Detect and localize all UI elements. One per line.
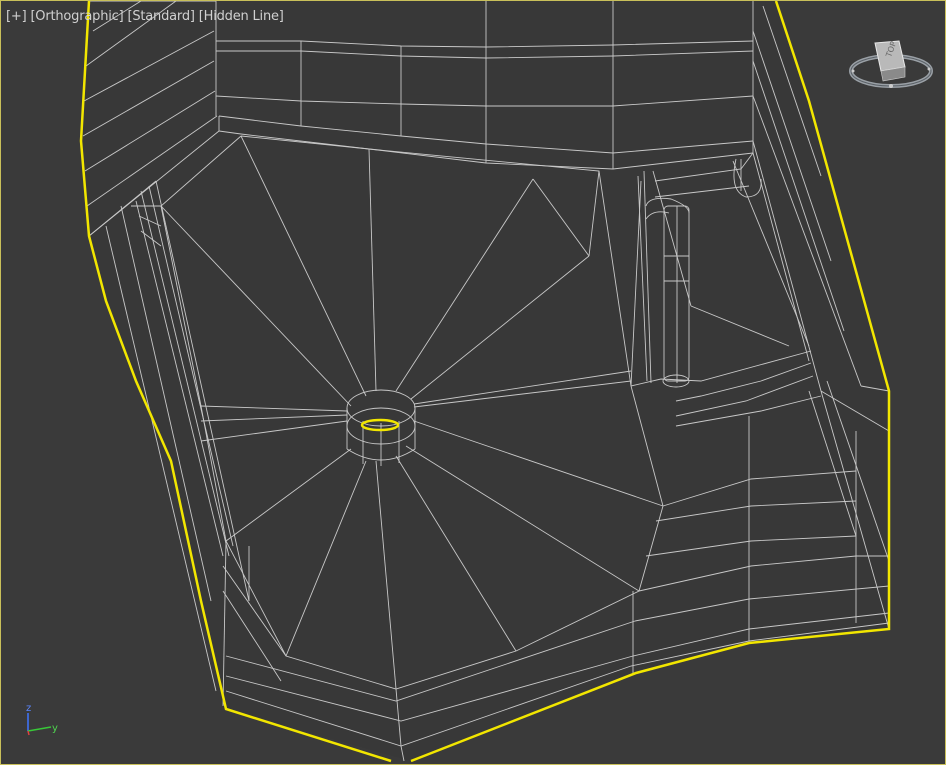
mesh-surface — [81, 1, 889, 761]
viewcube[interactable]: TOP — [849, 37, 933, 95]
wireframe-model[interactable] — [1, 1, 945, 764]
axis-y-line — [27, 726, 52, 732]
axis-z-label: z — [26, 703, 31, 714]
viewport-display-style-menu[interactable]: [Hidden Line] — [199, 9, 284, 24]
viewport-label-menu: [+] [Orthographic] [Standard] [Hidden Line] — [6, 9, 288, 24]
perspective-viewport[interactable]: [+] [Orthographic] [Standard] [Hidden Line]… — [0, 0, 946, 765]
axis-tripod: z y — [19, 701, 69, 741]
viewport-shading-menu[interactable]: [Standard] — [127, 9, 194, 24]
axis-y-label: y — [52, 723, 58, 734]
axis-x-line — [27, 730, 30, 736]
viewport-point-of-view-menu[interactable]: [Orthographic] — [30, 9, 123, 24]
viewport-general-menu[interactable]: [+] — [6, 9, 27, 24]
viewcube-compass-marker — [889, 84, 893, 88]
